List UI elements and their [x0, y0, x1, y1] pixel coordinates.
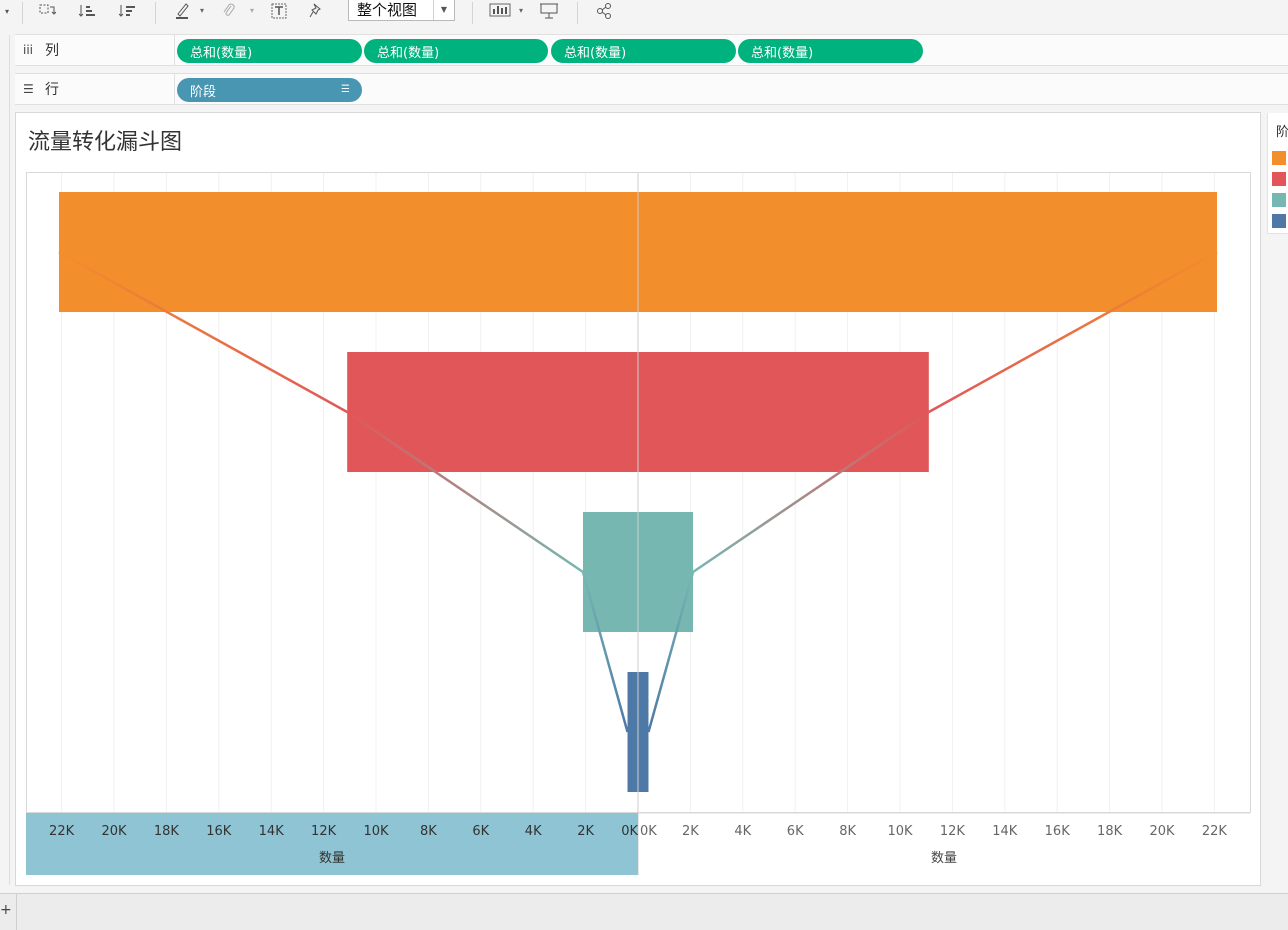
toolbar-separator	[22, 2, 23, 24]
status-bar: +	[0, 893, 1288, 930]
text-label-icon[interactable]	[270, 0, 288, 22]
right-axis-tick-label: 10K	[887, 824, 913, 839]
highlight-icon[interactable]	[172, 0, 192, 22]
pin-icon[interactable]	[307, 0, 325, 22]
pill-label: 总和(数量)	[377, 45, 440, 61]
right-axis-tick-label: 4K	[734, 824, 751, 839]
right-axis-tick-label: 22K	[1202, 824, 1228, 839]
toolbar: ▾ ▾ ▾ 整个视图 ▼ ▾	[0, 0, 1288, 30]
left-axis-tick-label: 18K	[154, 824, 180, 839]
left-axis-tick-label: 12K	[311, 824, 337, 839]
left-axis-tick-label: 4K	[525, 824, 542, 839]
right-axis-title: 数量	[931, 851, 957, 866]
columns-icon: iii	[23, 43, 34, 57]
left-axis-tick-label: 2K	[577, 824, 594, 839]
right-axis-tick-label: 18K	[1097, 824, 1123, 839]
left-axis-tick-label: 10K	[363, 824, 389, 839]
left-axis-tick-label: 0K	[621, 824, 638, 839]
caret-down-icon[interactable]: ▾	[200, 6, 204, 15]
funnel-bar-left	[347, 352, 638, 472]
toolbar-separator	[472, 2, 473, 24]
sheet-title: 流量转化漏斗图	[28, 130, 183, 155]
caret-down-icon[interactable]: ▾	[2, 0, 12, 22]
swap-icon[interactable]	[36, 0, 58, 22]
funnel-chart: 22K 20K 18K 16K 14K 12K 10K 8K 6K 4K 2K 0K 0K 2K 4K 6K 8…	[26, 172, 1251, 875]
columns-shelf[interactable]: iii 列 总和(数量) 总和(数量) 总和(数量) 总和(数量)	[15, 34, 1288, 66]
funnel-bar-left	[58, 192, 639, 312]
row-pill-stage[interactable]: 阶段 ☰	[177, 78, 362, 102]
funnel-bar-left	[627, 672, 638, 792]
right-axis-tick-label: 8K	[839, 824, 856, 839]
legend-swatch[interactable]	[1272, 151, 1286, 165]
sort-descending-icon[interactable]	[116, 0, 138, 22]
left-axis-title: 数量	[319, 851, 345, 866]
status-divider	[16, 894, 17, 930]
funnel-bar-right	[638, 192, 1218, 312]
share-icon[interactable]	[594, 0, 614, 22]
show-me-icon[interactable]	[488, 0, 512, 22]
rows-shelf[interactable]: ☰ 行 阶段 ☰	[15, 73, 1288, 105]
pill-label: 阶段	[190, 84, 217, 100]
right-axis-tick-label: 12K	[940, 824, 966, 839]
left-axis-tick-label: 22K	[49, 824, 75, 839]
funnel-bar-right	[638, 352, 929, 472]
right-axis-tick-label: 20K	[1149, 824, 1175, 839]
right-axis-tick-label: 2K	[682, 824, 699, 839]
paperclip-icon[interactable]	[220, 0, 238, 22]
left-axis-tick-label: 8K	[420, 824, 437, 839]
right-axis-tick-label: 0K	[640, 824, 657, 839]
legend-title: 阶	[1276, 125, 1288, 140]
left-axis-tick-label: 6K	[472, 824, 489, 839]
new-sheet-icon[interactable]: +	[0, 902, 12, 918]
legend-swatch[interactable]	[1272, 214, 1286, 228]
caret-down-icon[interactable]: ▾	[250, 6, 254, 15]
pill-label: 总和(数量)	[564, 45, 627, 61]
rows-shelf-label: ☰ 行	[15, 74, 175, 104]
right-axis-tick-label: 16K	[1045, 824, 1071, 839]
left-axis-tick-label: 16K	[206, 824, 232, 839]
sort-ascending-icon[interactable]	[76, 0, 98, 22]
caret-down-icon[interactable]: ▾	[519, 6, 523, 15]
columns-label-text: 列	[45, 43, 59, 59]
sort-indicator-icon[interactable]: ☰	[341, 84, 350, 95]
toolbar-separator	[155, 2, 156, 24]
column-pill-sum-quantity[interactable]: 总和(数量)	[551, 39, 736, 63]
columns-shelf-label: iii 列	[15, 35, 175, 65]
pill-label: 总和(数量)	[190, 45, 253, 61]
right-axis-tick-label: 6K	[787, 824, 804, 839]
view-mode-select[interactable]: 整个视图 ▼	[348, 0, 455, 21]
column-pill-sum-quantity[interactable]: 总和(数量)	[738, 39, 923, 63]
view-mode-value: 整个视图	[357, 0, 418, 19]
rows-icon: ☰	[23, 82, 34, 96]
funnel-bar-left	[582, 512, 638, 632]
legend-swatch[interactable]	[1272, 193, 1286, 207]
right-axis-tick-label: 14K	[992, 824, 1018, 839]
toolbar-separator	[577, 2, 578, 24]
funnel-bar-right	[638, 512, 694, 632]
left-axis-tick-label: 14K	[259, 824, 285, 839]
funnel-bar-right	[638, 672, 649, 792]
chevron-down-icon[interactable]: ▼	[433, 0, 454, 20]
column-pill-sum-quantity[interactable]: 总和(数量)	[364, 39, 548, 63]
color-legend: 阶	[1267, 113, 1288, 234]
left-axis-tick-label: 20K	[101, 824, 127, 839]
pill-label: 总和(数量)	[751, 45, 814, 61]
legend-swatch[interactable]	[1272, 172, 1286, 186]
rows-label-text: 行	[45, 82, 59, 98]
left-panel-collapsed[interactable]	[0, 35, 10, 885]
column-pill-sum-quantity[interactable]: 总和(数量)	[177, 39, 362, 63]
presentation-icon[interactable]	[538, 0, 560, 22]
